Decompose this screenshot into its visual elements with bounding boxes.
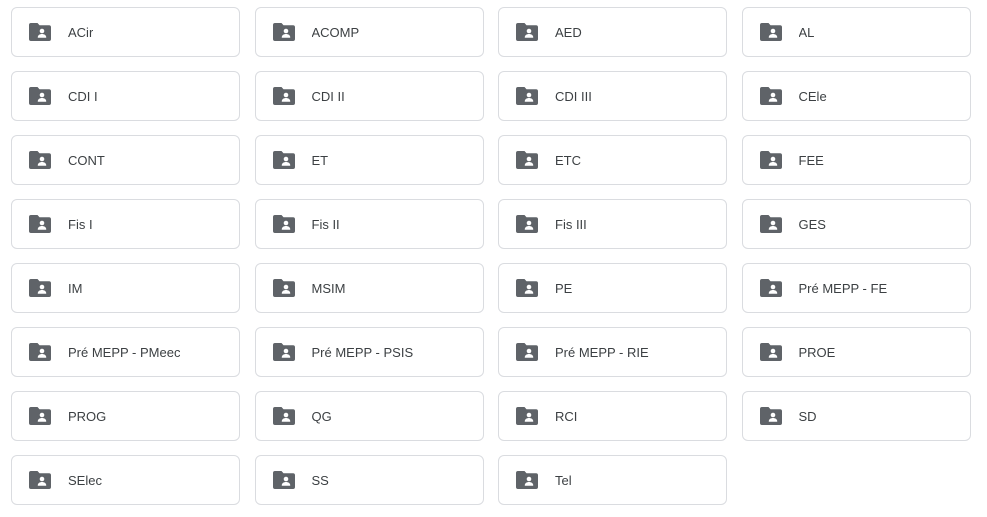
folder-item[interactable]: SElec xyxy=(11,455,240,505)
folder-item[interactable]: CDI I xyxy=(11,71,240,121)
folder-item[interactable]: Tel xyxy=(498,455,727,505)
shared-folder-icon xyxy=(29,23,51,41)
shared-folder-icon xyxy=(516,151,538,169)
folder-name: AED xyxy=(555,24,582,40)
folder-name: ACOMP xyxy=(311,24,360,40)
folder-name: CEle xyxy=(798,88,827,104)
shared-folder-icon xyxy=(516,215,538,233)
folder-name: SElec xyxy=(68,472,102,488)
folder-name: ET xyxy=(311,152,329,168)
folder-name: CONT xyxy=(68,152,105,168)
folder-name: FEE xyxy=(798,152,824,168)
folder-item[interactable]: SD xyxy=(741,391,971,441)
shared-folder-icon xyxy=(759,23,782,41)
folder-item[interactable]: CDI III xyxy=(498,71,727,121)
shared-folder-icon xyxy=(516,23,538,41)
folder-name: CDI II xyxy=(311,88,345,104)
folder-name: Pré MEPP - FE xyxy=(798,280,888,296)
folder-item[interactable]: Pré MEPP - FE xyxy=(741,263,971,313)
shared-folder-icon xyxy=(272,343,295,361)
shared-folder-icon xyxy=(516,471,538,489)
folder-item[interactable]: AED xyxy=(498,7,727,57)
shared-folder-icon xyxy=(516,407,538,425)
folder-item[interactable]: CEle xyxy=(741,71,971,121)
folder-item[interactable]: PROG xyxy=(11,391,240,441)
shared-folder-icon xyxy=(759,407,782,425)
folder-name: Pré MEPP - PSIS xyxy=(311,344,414,360)
shared-folder-icon xyxy=(759,279,782,297)
shared-folder-icon xyxy=(29,407,51,425)
folder-name: CDI I xyxy=(68,88,98,104)
folder-name: PROE xyxy=(798,344,836,360)
folder-item[interactable]: Fis I xyxy=(11,199,240,249)
folder-name: GES xyxy=(798,216,826,232)
folder-name: Pré MEPP - RIE xyxy=(555,344,649,360)
folder-item[interactable]: FEE xyxy=(741,135,971,185)
folder-name: ETC xyxy=(555,152,581,168)
folder-item[interactable]: PE xyxy=(498,263,727,313)
shared-folder-icon xyxy=(29,87,51,105)
folder-item[interactable]: CONT xyxy=(11,135,240,185)
shared-folder-icon xyxy=(759,87,782,105)
folder-item[interactable]: ET xyxy=(254,135,484,185)
folder-item[interactable]: GES xyxy=(741,199,971,249)
shared-folder-icon xyxy=(759,151,782,169)
folder-name: Pré MEPP - PMeec xyxy=(68,344,181,360)
folder-item[interactable]: PROE xyxy=(741,327,971,377)
folder-item[interactable]: Fis II xyxy=(254,199,484,249)
folder-item[interactable]: CDI II xyxy=(254,71,484,121)
folder-name: RCI xyxy=(555,408,578,424)
folder-name: AL xyxy=(798,24,815,40)
shared-folder-icon xyxy=(272,471,295,489)
folder-name: Fis I xyxy=(68,216,93,232)
folder-item[interactable]: Pré MEPP - RIE xyxy=(498,327,727,377)
folder-name: IM xyxy=(68,280,83,296)
folder-item[interactable]: AL xyxy=(741,7,971,57)
folder-item[interactable]: SS xyxy=(254,455,484,505)
folder-item[interactable]: Pré MEPP - PMeec xyxy=(11,327,240,377)
shared-folder-icon xyxy=(272,215,295,233)
shared-folder-icon xyxy=(29,279,51,297)
shared-folder-icon xyxy=(272,87,295,105)
folder-name: Tel xyxy=(555,472,572,488)
shared-folder-icon xyxy=(759,343,782,361)
shared-folder-icon xyxy=(272,151,295,169)
folder-name: SS xyxy=(311,472,329,488)
folder-name: QG xyxy=(311,408,332,424)
folder-item[interactable]: ETC xyxy=(498,135,727,185)
folder-item[interactable]: IM xyxy=(11,263,240,313)
folder-name: SD xyxy=(798,408,817,424)
folder-item[interactable]: MSIM xyxy=(254,263,484,313)
folder-item[interactable]: ACir xyxy=(11,7,240,57)
folder-item[interactable]: Pré MEPP - PSIS xyxy=(254,327,484,377)
folder-name: Fis II xyxy=(311,216,340,232)
shared-folder-icon xyxy=(516,343,538,361)
folder-name: Fis III xyxy=(555,216,587,232)
folder-item[interactable]: ACOMP xyxy=(254,7,484,57)
shared-folder-icon xyxy=(29,215,51,233)
shared-folder-icon xyxy=(29,471,51,489)
folder-name: CDI III xyxy=(555,88,592,104)
folder-item[interactable]: Fis III xyxy=(498,199,727,249)
shared-folder-icon xyxy=(29,151,51,169)
folder-name: PE xyxy=(555,280,573,296)
shared-folder-icon xyxy=(759,215,782,233)
folder-grid: ACir ACOMP AED AL CDI I CDI II CDI III C… xyxy=(11,7,971,505)
shared-folder-icon xyxy=(516,279,538,297)
folder-name: MSIM xyxy=(311,280,346,296)
folder-item[interactable]: RCI xyxy=(498,391,727,441)
shared-folder-icon xyxy=(29,343,51,361)
shared-folder-icon xyxy=(272,279,295,297)
folder-item[interactable]: QG xyxy=(254,391,484,441)
folder-name: PROG xyxy=(68,408,107,424)
shared-folder-icon xyxy=(272,23,295,41)
shared-folder-icon xyxy=(516,87,538,105)
folder-name: ACir xyxy=(68,24,94,40)
shared-folder-icon xyxy=(272,407,295,425)
